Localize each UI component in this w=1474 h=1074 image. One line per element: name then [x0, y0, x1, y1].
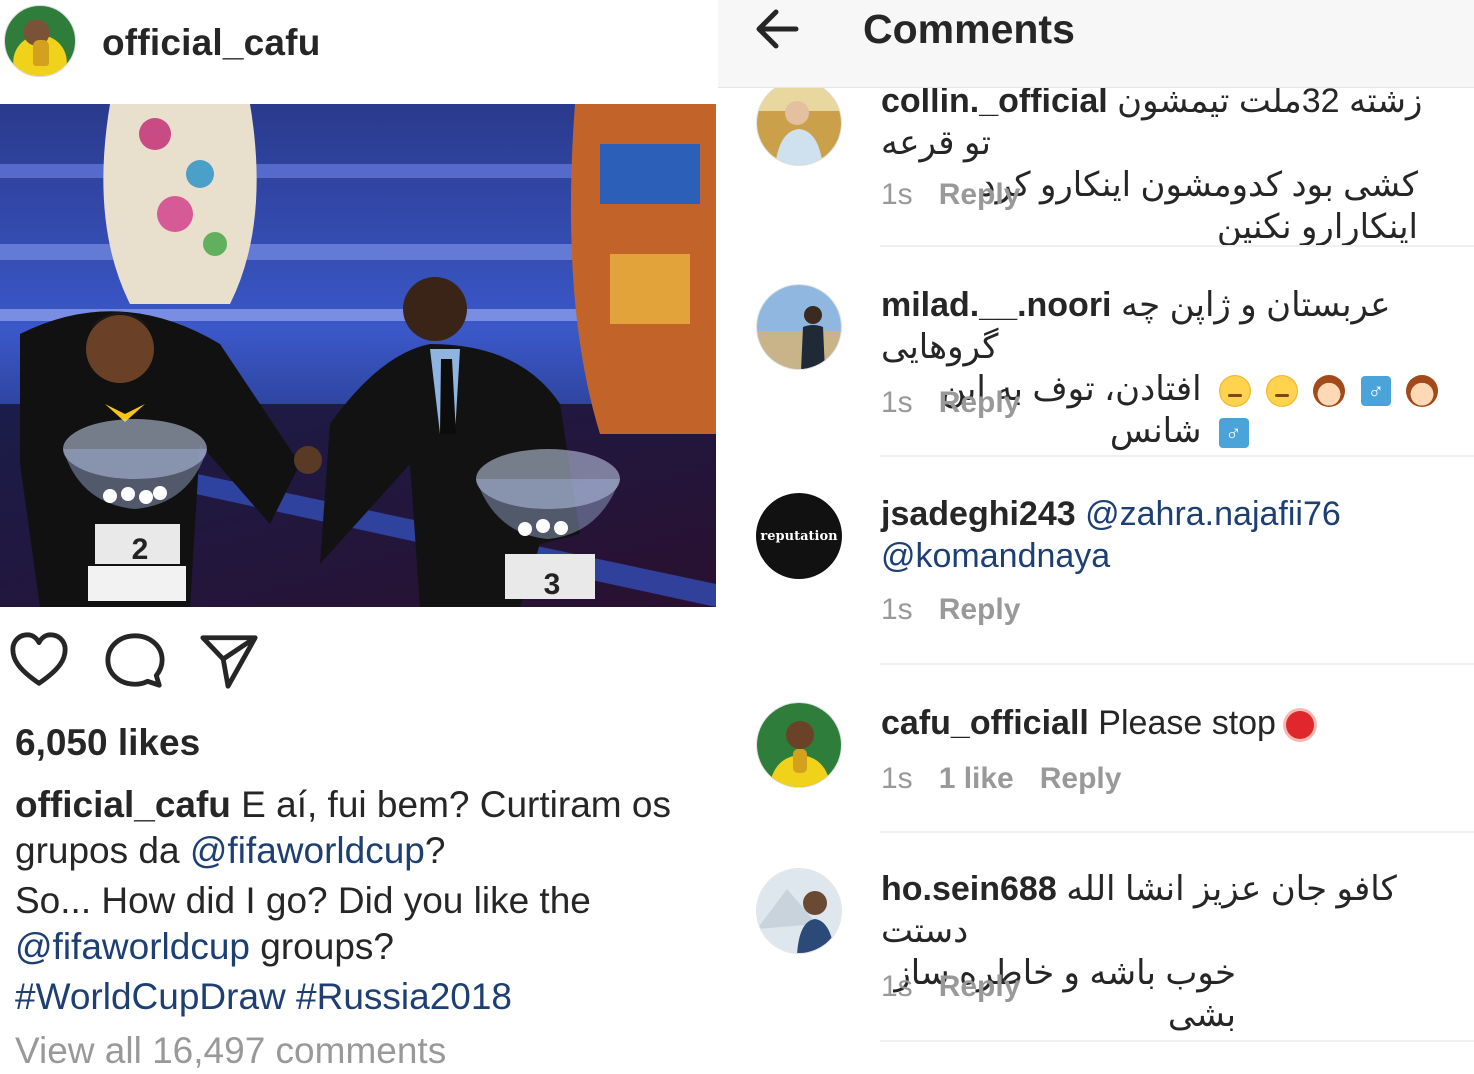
comment-username[interactable]: ho.sein688 — [881, 870, 1057, 908]
comment-text: Please stop — [1098, 704, 1276, 742]
page-title: Comments — [863, 6, 1075, 52]
divider — [880, 245, 1474, 247]
comment-meta: 1s Reply — [881, 178, 1046, 212]
comment-line-1: milad.__.noori عربستان و ژاپن چه گروهایی — [881, 284, 1456, 368]
post-avatar[interactable] — [4, 5, 76, 77]
caption-text-4: groups? — [250, 926, 394, 967]
comment-icon[interactable] — [104, 630, 166, 692]
comment-meta: 1s Reply — [881, 593, 1046, 627]
post-photo-art: 2 3 — [0, 104, 716, 607]
post-header: official_cafu — [0, 0, 718, 100]
comment-meta: 1s 1 like Reply — [881, 762, 1147, 796]
comment-meta: 1s Reply — [881, 386, 1046, 420]
caption-text-1: E aí, fui bem? Curtiram os — [230, 784, 671, 825]
comment-body: ho.sein688 کافو جان عزیز انشا الله دستت … — [881, 868, 1456, 1036]
post-panel: official_cafu 2 3 6,050 likes official_c… — [0, 0, 718, 1074]
avatar[interactable] — [756, 80, 842, 166]
mention-link[interactable]: @fifaworldcup — [190, 830, 425, 871]
comment-meta: 1s Reply — [881, 970, 1046, 1004]
mention-link[interactable]: @zahra.najafii76 — [1085, 495, 1341, 533]
post-photo[interactable]: 2 3 — [0, 104, 716, 607]
comment-body: jsadeghi243 @zahra.najafii76 @komandnaya — [881, 493, 1456, 577]
male-sign-icon: ♂ — [1360, 376, 1391, 407]
reply-button[interactable]: Reply — [939, 386, 1021, 419]
comment-line-1: collin._official زشته 32ملت تیمشون تو قر… — [881, 80, 1456, 164]
male-sign-icon: ♂ — [1218, 418, 1249, 449]
comment-line-1: ho.sein688 کافو جان عزیز انشا الله دستت — [881, 868, 1456, 952]
reply-button[interactable]: Reply — [939, 178, 1021, 211]
comment-username[interactable]: milad.__.noori — [881, 286, 1112, 324]
woman-icon — [1313, 375, 1346, 408]
comment-time: 1s — [881, 970, 913, 1003]
divider — [880, 663, 1474, 665]
box-number-2: 2 — [132, 533, 149, 566]
trophy-icon — [33, 40, 49, 66]
avatar-text: reputation — [760, 528, 838, 544]
comments-header: Comments — [718, 0, 1474, 88]
woman-icon — [1406, 375, 1439, 408]
mention-link[interactable]: @fifaworldcup — [15, 926, 250, 967]
caption-line-1: official_cafu E aí, fui bem? Curtiram os — [15, 782, 715, 828]
reply-button[interactable]: Reply — [1040, 762, 1122, 795]
comment-line-1: jsadeghi243 @zahra.najafii76 — [881, 493, 1456, 535]
reply-button[interactable]: Reply — [939, 970, 1021, 1003]
comment-body: cafu_officiall Please stop — [881, 702, 1456, 744]
post-caption: official_cafu E aí, fui bem? Curtiram os… — [15, 782, 715, 1020]
comment-username[interactable]: cafu_officiall — [881, 704, 1089, 742]
divider — [880, 1040, 1474, 1042]
paper-plane-icon[interactable] — [198, 630, 260, 692]
avatar[interactable] — [756, 284, 842, 370]
comment-username[interactable]: jsadeghi243 — [881, 495, 1076, 533]
caption-username[interactable]: official_cafu — [15, 784, 231, 825]
caption-line-4: @fifaworldcup groups? — [15, 924, 715, 970]
back-arrow-icon[interactable] — [752, 4, 802, 54]
mention-link[interactable]: @komandnaya — [881, 535, 1456, 577]
avatar[interactable]: reputation — [756, 493, 842, 579]
caption-line-3: So... How did I go? Did you like the — [15, 880, 591, 921]
view-all-comments-link[interactable]: View all 16,497 comments — [15, 1030, 446, 1072]
emoji-row: ♂ ♂ — [1216, 368, 1456, 452]
comment-time: 1s — [881, 762, 913, 795]
post-actions — [0, 630, 718, 700]
stop-sign-icon — [1285, 711, 1314, 740]
comment-time: 1s — [881, 593, 913, 626]
comment-body: milad.__.noori عربستان و ژاپن چه گروهایی… — [881, 284, 1456, 452]
heart-icon[interactable] — [8, 630, 70, 692]
caption-line-2: grupos da @fifaworldcup? — [15, 828, 715, 874]
box-number-3: 3 — [544, 568, 561, 601]
neutral-face-icon — [1218, 375, 1251, 408]
comments-panel: collin._official زشته 32ملت تیمشون تو قر… — [718, 0, 1474, 1074]
likes-count[interactable]: 6,050 likes — [15, 722, 200, 764]
comment-likes[interactable]: 1 like — [939, 762, 1014, 795]
caption-text-3: ? — [424, 830, 446, 871]
comment-time: 1s — [881, 178, 913, 211]
divider — [880, 455, 1474, 457]
comment-body: collin._official زشته 32ملت تیمشون تو قر… — [881, 80, 1456, 248]
reply-button[interactable]: Reply — [939, 593, 1021, 626]
hashtags-link[interactable]: #WorldCupDraw #Russia2018 — [15, 974, 715, 1020]
avatar[interactable] — [756, 868, 842, 954]
comment-time: 1s — [881, 386, 913, 419]
divider — [880, 831, 1474, 833]
caption-text-2: grupos da — [15, 830, 190, 871]
avatar[interactable] — [756, 702, 842, 788]
post-username[interactable]: official_cafu — [102, 22, 321, 64]
neutral-face-icon — [1266, 375, 1298, 408]
